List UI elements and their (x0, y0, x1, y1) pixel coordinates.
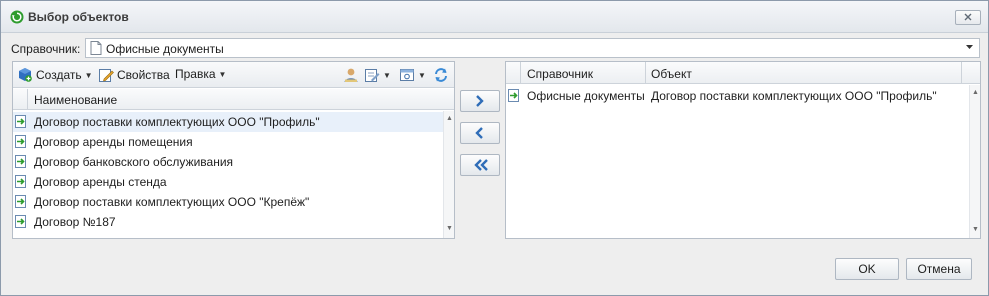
selected-row[interactable]: Офисные документы Договор поставки компл… (506, 86, 968, 106)
list-item-label: Договор аренды стенда (34, 175, 167, 189)
column-header-object[interactable]: Объект (651, 67, 692, 81)
scroll-down-icon[interactable]: ▼ (446, 225, 453, 232)
sprav-combobox[interactable]: Офисные документы (85, 38, 980, 58)
edit-label: Правка (175, 67, 216, 81)
refresh-button[interactable] (433, 67, 449, 83)
column-separator (27, 89, 28, 110)
properties-label: Свойства (117, 68, 170, 82)
close-button[interactable] (955, 10, 981, 25)
list-item[interactable]: Договор аренды стенда (13, 172, 443, 192)
create-label: Создать (36, 68, 82, 82)
sprav-value: Офисные документы (106, 42, 224, 56)
refresh-icon (435, 68, 447, 82)
column-header-sprav[interactable]: Справочник (527, 67, 593, 81)
column-header-name[interactable]: Наименование (34, 93, 117, 107)
list-item-label: Договор №187 (34, 215, 116, 229)
filter-button[interactable]: ▼ (364, 67, 391, 83)
properties-button[interactable]: Свойства (98, 67, 170, 83)
list-item-label: Договор поставки комплектующих ООО "Проф… (34, 115, 320, 129)
selected-objects-panel: Справочник Объект Офисные документы Дого… (505, 61, 981, 239)
column-separator (961, 62, 962, 84)
list-item[interactable]: Договор поставки комплектующих ООО "Проф… (13, 112, 443, 132)
object-arrow-icon (15, 175, 26, 188)
create-button[interactable]: Создать ▼ (17, 67, 93, 83)
chevron-right-icon (476, 95, 484, 107)
add-selected-button[interactable] (460, 90, 500, 112)
chevron-down-icon: ▼ (218, 69, 227, 79)
refresh-circle-icon (10, 10, 24, 24)
chevron-down-icon: ▼ (418, 70, 426, 80)
list-item[interactable]: Договор №187 (13, 212, 443, 232)
objects-list-panel: Создать ▼ Свойства Правка ▼ ▼ ▼ Наименов… (12, 61, 455, 239)
object-arrow-icon (508, 89, 519, 102)
selected-row-object: Договор поставки комплектующих ООО "Проф… (651, 89, 937, 103)
object-arrow-icon (15, 115, 26, 128)
dialog-window: Выбор объектов Справочник: Офисные докум… (0, 0, 989, 296)
chevron-down-icon: ▼ (383, 70, 391, 80)
remove-selected-button[interactable] (460, 122, 500, 144)
list-item-label: Договор банковского обслуживания (34, 155, 234, 169)
view-button[interactable]: ▼ (399, 67, 426, 83)
properties-icon (99, 69, 114, 82)
scroll-up-icon[interactable]: ▲ (446, 115, 453, 122)
list-item-label: Договор аренды помещения (34, 135, 193, 149)
selected-row-sprav: Офисные документы (527, 89, 645, 103)
object-arrow-icon (15, 135, 26, 148)
user-button[interactable] (343, 67, 359, 83)
remove-all-button[interactable] (460, 154, 500, 176)
list-toolbar: Создать ▼ Свойства Правка ▼ ▼ ▼ (13, 62, 454, 88)
double-chevron-left-icon (474, 159, 488, 171)
scroll-down-icon[interactable]: ▼ (972, 226, 979, 233)
column-separator (520, 62, 521, 84)
list-item-label: Договор поставки комплектующих ООО "Креп… (34, 195, 310, 209)
scroll-up-icon[interactable]: ▲ (972, 89, 979, 96)
chevron-down-icon[interactable] (966, 45, 973, 50)
chevron-down-icon: ▼ (84, 70, 93, 80)
object-arrow-icon (15, 155, 26, 168)
list-item[interactable]: Договор поставки комплектующих ООО "Креп… (13, 192, 443, 212)
list-item[interactable]: Договор банковского обслуживания (13, 152, 443, 172)
selected-header: Справочник Объект (506, 62, 980, 84)
object-arrow-icon (15, 215, 26, 228)
chevron-left-icon (475, 127, 483, 139)
list-header: Наименование (13, 89, 454, 110)
list-item[interactable]: Договор аренды помещения (13, 132, 443, 152)
filter-icon (365, 69, 380, 82)
document-icon (90, 41, 102, 55)
window-title: Выбор объектов (28, 10, 129, 24)
cancel-button[interactable]: Отмена (906, 258, 972, 280)
ok-button[interactable]: OK (835, 258, 899, 280)
sprav-label: Справочник: (11, 42, 81, 56)
column-separator (645, 62, 646, 84)
selected-scrollbar[interactable]: ▲ ▼ (969, 85, 980, 238)
close-icon (964, 13, 972, 21)
list-scrollbar[interactable]: ▲ ▼ (443, 111, 454, 238)
title-bar: Выбор объектов (1, 1, 988, 33)
object-arrow-icon (15, 195, 26, 208)
create-icon (19, 68, 32, 82)
edit-menu-button[interactable]: Правка ▼ (175, 67, 226, 81)
view-icon (400, 69, 414, 81)
user-icon (344, 68, 358, 82)
